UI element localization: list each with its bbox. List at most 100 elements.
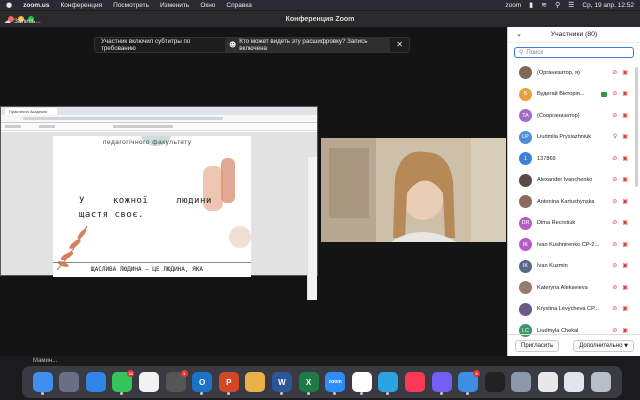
camera-off-icon: ▣ (622, 197, 628, 205)
participant-row[interactable]: Antonina Kartushynska ⊘ ▣ (508, 191, 640, 213)
dock-word-icon[interactable]: W (271, 372, 292, 395)
close-banner-icon[interactable]: ✕ (396, 41, 403, 49)
dock-running-indicator (306, 392, 310, 395)
dock-viber-icon[interactable] (431, 372, 452, 395)
menu-help[interactable]: Справка (226, 2, 252, 9)
participant-row[interactable]: 1 137869 ⊘ ▣ (508, 148, 640, 170)
people-icon: ☻ (228, 40, 237, 49)
menu-clock[interactable]: Ср, 19 апр. 12:52 (582, 2, 634, 9)
dock-zoom-icon[interactable]: zoom (325, 372, 346, 395)
participant-status-icons: ⊘ ▣ (612, 177, 628, 183)
menu-window[interactable]: Окно (200, 2, 215, 9)
participant-row[interactable]: (Организатор, я) ⊘ ▣ (508, 62, 640, 84)
dock-app-glyph: zoom (328, 379, 342, 385)
participant-list: (Организатор, я) ⊘ ▣ Б Будегай Вікторія... ⊘ ▣… (508, 62, 640, 342)
zoom-status-item[interactable]: zoom (505, 2, 521, 9)
camera-off-icon: ▣ (622, 240, 628, 248)
window-titlebar[interactable]: Конференция Zoom (0, 11, 640, 27)
menu-app-name[interactable]: zoom.us (23, 2, 49, 9)
dock-launchpad-icon[interactable] (59, 372, 80, 392)
more-options-button[interactable]: Дополнительно ▼ (573, 339, 634, 352)
recording-permission-icon (601, 91, 608, 97)
participant-row[interactable]: Alexander Ivanchenko ⊘ ▣ (508, 170, 640, 192)
microphone-muted-icon: ⊘ (612, 262, 618, 270)
participant-search-input[interactable]: ⚲ Поиск (514, 47, 634, 58)
microphone-muted-icon: ⊘ (612, 111, 618, 119)
camera-off-icon: ▣ (622, 305, 628, 313)
participant-name: Antonina Kartushynska (537, 198, 595, 205)
camera-off-icon: ▣ (622, 262, 628, 270)
participant-status-icons: ⊘ ▣ (612, 220, 628, 226)
dock-running-indicator (466, 392, 470, 395)
dock-chrome-dev-icon[interactable]: 1 (165, 370, 188, 392)
menu-meeting[interactable]: Конференция (60, 2, 102, 9)
participant-row[interactable]: Б Будегай Вікторія... ⊘ ▣ (508, 84, 640, 106)
dock-music-icon[interactable] (404, 372, 425, 392)
camera-off-icon: ▣ (622, 219, 628, 227)
invite-button[interactable]: Пригласить (515, 339, 560, 352)
recording-indicator[interactable]: ☁ Запись... (4, 18, 41, 26)
dock-safari-icon[interactable] (85, 372, 106, 392)
dock-preview-icon[interactable] (511, 372, 532, 392)
dock-running-indicator (386, 392, 390, 395)
dock-trash-icon[interactable] (591, 372, 612, 392)
dock-chrome-icon[interactable] (351, 372, 372, 395)
participant-list-scrollbar[interactable] (635, 67, 638, 187)
participant-row[interactable]: DR Dima Recrotiuk ⊘ ▣ (508, 213, 640, 235)
participant-status-icons: ⊘ ▣ (612, 284, 628, 291)
dock-messages-icon[interactable]: 11 (112, 370, 135, 395)
participant-row[interactable]: TA (Соорганизатор) ⊘ ▣ (508, 105, 640, 127)
search-icon[interactable]: ⚲ (555, 1, 560, 9)
microphone-icon: ♀ (612, 133, 618, 141)
dock-image-icon[interactable] (564, 372, 585, 392)
control-center-icon[interactable]: ☰ (568, 1, 574, 9)
dock-app-glyph: X (305, 377, 312, 387)
participant-row[interactable]: LP Liudmila Prysiazhniuk ♀ ▣ (508, 127, 640, 149)
dock-photo-viewer-icon[interactable] (245, 372, 266, 392)
battery-icon[interactable]: ▮ (529, 1, 533, 9)
dock-telegram-icon[interactable] (378, 372, 399, 395)
apple-icon[interactable]: ● (6, 1, 12, 9)
pdf-viewport: педагогічного факультету У кожної людини… (1, 132, 317, 300)
dock-running-indicator (120, 392, 124, 395)
dock-photos-icon[interactable] (138, 372, 159, 392)
participant-avatar (519, 66, 532, 80)
participant-name: (Организатор, я) (537, 69, 580, 76)
menu-edit[interactable]: Изменить (160, 2, 189, 9)
participant-row[interactable]: Krystina Levycheva CP... ⊘ ▣ (508, 299, 640, 321)
participant-row[interactable]: IK Ivan Kushnirenko CP-2... ⊘ ▣ (508, 234, 640, 256)
participant-name: Liudmyla Chekal (537, 327, 579, 334)
collapse-panel-icon[interactable]: ⌄ (516, 31, 522, 38)
wifi-icon[interactable]: ≋ (541, 1, 547, 9)
doc-quote-line: У кожної людини (79, 196, 212, 206)
microphone-muted-icon: ⊘ (612, 154, 618, 162)
desktop-item-label: Мамин... (33, 358, 58, 364)
dock-terminal-icon[interactable] (484, 372, 505, 392)
dock-excel-icon[interactable]: X (298, 372, 319, 395)
dock-powerpoint-icon[interactable]: P (218, 372, 239, 395)
participant-avatar: IK (519, 238, 532, 252)
window-title: Конференция Zoom (285, 15, 355, 23)
dock-running-indicator (359, 392, 363, 395)
participant-avatar: DR (519, 216, 532, 230)
menu-view[interactable]: Посмотреть (113, 2, 149, 9)
dock-finder-icon[interactable] (32, 372, 53, 395)
participant-avatar: TA (519, 109, 532, 123)
participant-avatar (519, 195, 532, 209)
participant-row[interactable]: Kateryna Alekseieva ⊘ ▣ (508, 277, 640, 299)
dock-mail-icon[interactable]: 2 (458, 370, 481, 395)
dock-outlook-icon[interactable]: O (192, 372, 213, 395)
participants-footer: Пригласить Дополнительно ▼ (508, 334, 640, 356)
dock-badge: 1 (180, 370, 188, 377)
search-icon: ⚲ (519, 48, 524, 56)
shared-browser-tab: Практична Академія (5, 107, 57, 115)
participant-name: Liudmila Prysiazhniuk (537, 134, 592, 141)
participant-name: 137869 (537, 155, 556, 162)
microphone-muted-icon: ⊘ (612, 219, 618, 227)
participant-avatar: Б (519, 87, 532, 101)
participant-row[interactable]: IK Ivan Kuzmin ⊘ ▣ (508, 256, 640, 278)
dock-document-icon[interactable] (537, 372, 558, 392)
microphone-muted-icon: ⊘ (612, 240, 618, 248)
camera-off-icon: ▣ (622, 90, 628, 98)
transcript-visibility-link[interactable]: ☻ Кто может видеть эту расшифровку? Запи… (224, 37, 391, 53)
